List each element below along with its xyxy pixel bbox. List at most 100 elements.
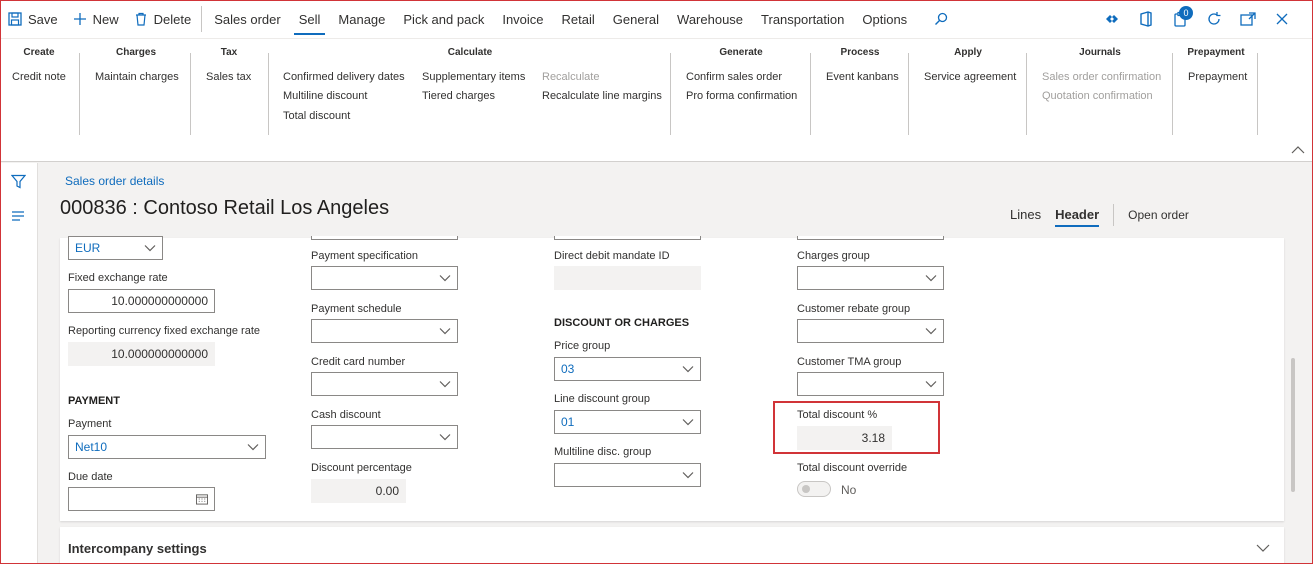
divider: [268, 53, 269, 135]
confirmed-delivery-dates-button[interactable]: Confirmed delivery dates: [283, 71, 405, 83]
direct-debit-label: Direct debit mandate ID: [554, 250, 670, 262]
confirm-sales-order-button[interactable]: Confirm sales order: [686, 71, 782, 83]
divider: [810, 53, 811, 135]
filter-icon: [10, 174, 27, 189]
recalculate-line-margins-button[interactable]: Recalculate line margins: [542, 90, 662, 102]
divider: [190, 53, 191, 135]
due-date-field[interactable]: [68, 487, 215, 511]
discount-percentage-field: 0.00: [311, 479, 406, 503]
tab-sales-order[interactable]: Sales order: [205, 0, 289, 38]
divider: [201, 6, 203, 32]
intercompany-settings-section[interactable]: Intercompany settings: [60, 527, 1284, 564]
tab-invoice[interactable]: Invoice: [493, 0, 552, 38]
service-agreement-button[interactable]: Service agreement: [924, 71, 1016, 83]
close-button[interactable]: [1265, 0, 1299, 38]
office-button[interactable]: [1129, 0, 1163, 38]
chevron-down-icon: [682, 469, 694, 481]
power-apps-button[interactable]: [1095, 0, 1129, 38]
divider: [79, 53, 80, 135]
ribbon-group-title: Calculate: [447, 47, 493, 58]
section-title: Intercompany settings: [68, 541, 207, 556]
event-kanbans-button[interactable]: Event kanbans: [826, 71, 899, 83]
ribbon-group-prepayment: Prepayment: [1180, 47, 1252, 139]
credit-note-button[interactable]: Credit note: [12, 71, 66, 83]
tiered-charges-button[interactable]: Tiered charges: [422, 90, 495, 102]
recalculate-button[interactable]: Recalculate: [542, 71, 599, 83]
divider: [908, 53, 909, 135]
plus-icon: [72, 11, 88, 27]
fixed-exchange-rate-field[interactable]: 10.000000000000: [68, 289, 215, 313]
menu-button[interactable]: [11, 210, 27, 226]
payment-schedule-label: Payment schedule: [311, 303, 402, 315]
reporting-rate-label: Reporting currency fixed exchange rate: [68, 325, 260, 337]
search-icon: [933, 11, 949, 27]
maintain-charges-button[interactable]: Maintain charges: [95, 71, 179, 83]
open-new-window-button[interactable]: [1231, 0, 1265, 38]
new-button[interactable]: New: [65, 0, 126, 38]
sales-order-confirmation-button[interactable]: Sales order confirmation: [1042, 71, 1161, 83]
calendar-icon[interactable]: [196, 493, 208, 505]
tab-retail[interactable]: Retail: [553, 0, 604, 38]
pro-forma-confirmation-button[interactable]: Pro forma confirmation: [686, 90, 797, 102]
tab-lines[interactable]: Lines: [1010, 207, 1041, 224]
refresh-button[interactable]: [1197, 0, 1231, 38]
tab-manage[interactable]: Manage: [329, 0, 394, 38]
credit-card-select[interactable]: [311, 372, 458, 396]
charges-group-select[interactable]: [797, 266, 944, 290]
delete-button[interactable]: Delete: [126, 0, 199, 38]
ribbon-group-title: Journals: [1079, 47, 1121, 58]
hamburger-icon: [12, 211, 24, 221]
chevron-down-icon: [682, 363, 694, 375]
tab-warehouse[interactable]: Warehouse: [668, 0, 752, 38]
discount-section-title: DISCOUNT OR CHARGES: [554, 317, 690, 329]
currency-value: EUR: [75, 241, 101, 255]
highlight-box: [773, 401, 940, 454]
fixed-exchange-rate-label: Fixed exchange rate: [68, 272, 168, 284]
tab-sell[interactable]: Sell: [290, 0, 330, 38]
price-group-value: 03: [561, 362, 575, 376]
delete-label: Delete: [153, 11, 192, 27]
line-discount-group-value: 01: [561, 415, 575, 429]
customer-rebate-group-select[interactable]: [797, 319, 944, 343]
total-discount-override-label: Total discount override: [797, 462, 908, 474]
chevron-down-icon: [439, 431, 451, 443]
total-discount-button[interactable]: Total discount: [283, 110, 350, 122]
search-button[interactable]: [926, 0, 961, 38]
diamond-icon: [1106, 15, 1118, 23]
collapse-ribbon-button[interactable]: [1291, 143, 1305, 157]
vertical-scrollbar[interactable]: [1291, 358, 1295, 492]
prepayment-button[interactable]: Prepayment: [1188, 71, 1247, 83]
chevron-down-icon: [247, 441, 259, 453]
tab-general[interactable]: General: [604, 0, 668, 38]
ribbon-group-tax: Tax: [198, 47, 260, 139]
tab-options[interactable]: Options: [853, 0, 916, 38]
open-order-button[interactable]: Open order: [1128, 208, 1189, 222]
breadcrumb[interactable]: Sales order details: [65, 174, 164, 188]
tab-transportation[interactable]: Transportation: [752, 0, 853, 38]
chevron-down-icon: [439, 378, 451, 390]
line-discount-group-select[interactable]: 01: [554, 410, 701, 434]
chevron-down-icon: [439, 272, 451, 284]
notification-badge: 0: [1179, 6, 1193, 20]
cash-discount-select[interactable]: [311, 425, 458, 449]
total-discount-override-toggle[interactable]: [797, 481, 831, 497]
notifications-button[interactable]: 0: [1163, 0, 1197, 38]
payment-specification-select[interactable]: [311, 266, 458, 290]
customer-tma-group-select[interactable]: [797, 372, 944, 396]
charges-group-label: Charges group: [797, 250, 870, 262]
multiline-disc-group-select[interactable]: [554, 463, 701, 487]
filter-button[interactable]: [10, 174, 27, 190]
tab-header[interactable]: Header: [1055, 207, 1100, 227]
save-icon: [7, 11, 23, 27]
currency-select[interactable]: EUR: [68, 236, 163, 260]
multiline-discount-button[interactable]: Multiline discount: [283, 90, 367, 102]
payment-schedule-select[interactable]: [311, 319, 458, 343]
supplementary-items-button[interactable]: Supplementary items: [422, 71, 525, 83]
payment-select[interactable]: Net10: [68, 435, 266, 459]
left-rail: [0, 163, 38, 564]
save-button[interactable]: Save: [0, 0, 65, 38]
quotation-confirmation-button[interactable]: Quotation confirmation: [1042, 90, 1153, 102]
sales-tax-button[interactable]: Sales tax: [206, 71, 251, 83]
tab-pick-and-pack[interactable]: Pick and pack: [394, 0, 493, 38]
price-group-select[interactable]: 03: [554, 357, 701, 381]
